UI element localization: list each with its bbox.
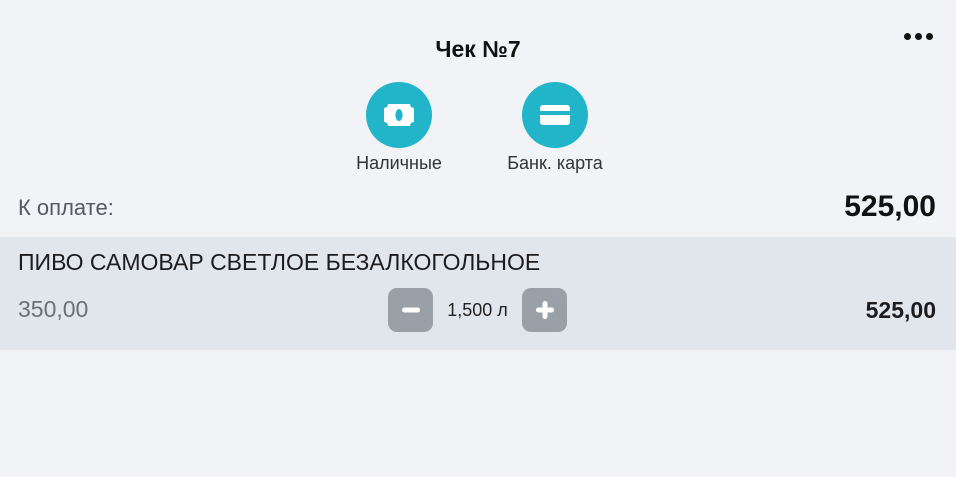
pay-cash-button[interactable]: Наличные <box>329 82 469 174</box>
more-horizontal-icon <box>903 32 933 40</box>
page-title: Чек №7 <box>435 36 521 62</box>
plus-icon <box>535 301 554 319</box>
pay-card-button[interactable]: Банк. карта <box>485 82 625 174</box>
item-unit-price: 350,00 <box>18 296 89 322</box>
pay-card-label: Банк. карта <box>507 153 603 173</box>
quantity-stepper: 1,500 л <box>388 288 567 332</box>
minus-icon <box>401 307 420 313</box>
quantity-value: 1,500 л <box>447 299 508 320</box>
credit-card-icon <box>522 82 588 148</box>
receipt-screen: Чек №7 Наличные Банк. карта К оплате: 52… <box>0 0 956 477</box>
decrement-button[interactable] <box>388 288 433 332</box>
item-name: ПИВО САМОВАР СВЕТЛОЕ БЕЗАЛКОГОЛЬНОЕ <box>18 249 541 275</box>
item-total: 525,00 <box>865 297 936 323</box>
receipt-item-row[interactable]: ПИВО САМОВАР СВЕТЛОЕ БЕЗАЛКОГОЛЬНОЕ 350,… <box>0 237 956 350</box>
amount-due-label: К оплате: <box>18 195 114 220</box>
more-options-button[interactable] <box>898 22 938 50</box>
pay-cash-label: Наличные <box>356 153 442 173</box>
cash-icon <box>366 82 432 148</box>
increment-button[interactable] <box>522 288 567 332</box>
amount-due-value: 525,00 <box>844 190 936 223</box>
